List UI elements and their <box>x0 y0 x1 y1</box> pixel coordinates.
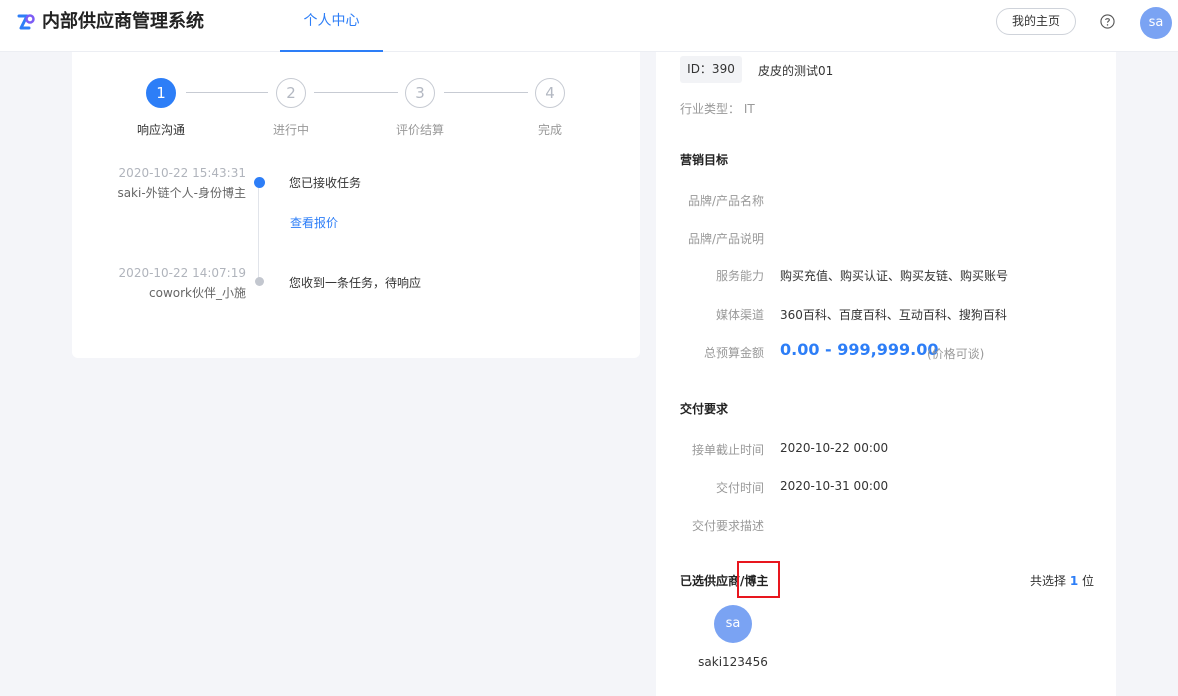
step-4-circle: 4 <box>535 78 565 108</box>
brand-desc-label: 品牌/产品说明 <box>687 232 764 246</box>
budget-value: 0.00 - 999,999.00 <box>780 340 939 359</box>
delivery-section-title: 交付要求 <box>680 402 729 416</box>
task-name: 皮皮的测试01 <box>758 64 834 78</box>
tab-personal-center[interactable]: 个人中心 <box>280 0 383 52</box>
step-connector <box>186 92 268 93</box>
delivery-time-value: 2020-10-31 00:00 <box>780 479 889 493</box>
timeline-actor: saki-外链个人-身份博主 <box>117 186 246 200</box>
app-title: 内部供应商管理系统 <box>42 11 204 32</box>
supplier-name: saki123456 <box>698 655 768 669</box>
timeline-dot-active <box>254 177 265 188</box>
industry-type: 行业类型： IT <box>680 102 755 116</box>
question-circle-icon[interactable] <box>1100 14 1115 29</box>
budget-note: (价格可谈) <box>927 347 985 361</box>
step-2-circle: 2 <box>276 78 306 108</box>
timeline-event-text: 您已接收任务 <box>289 176 362 190</box>
my-homepage-button[interactable]: 我的主页 <box>996 8 1076 35</box>
service-label: 服务能力 <box>715 269 764 283</box>
count-prefix: 共选择 <box>1030 574 1067 588</box>
marketing-section-title: 营销目标 <box>680 153 729 167</box>
timeline-actor: cowork伙伴_小施 <box>149 286 246 300</box>
budget-label: 总预算金额 <box>703 346 764 360</box>
timeline-time: 2020-10-22 14:07:19 <box>118 266 246 280</box>
delivery-desc-label: 交付要求描述 <box>691 519 764 533</box>
step-1-circle: 1 <box>146 78 176 108</box>
task-id-badge: ID：390 <box>680 56 742 83</box>
deadline-label: 接单截止时间 <box>691 443 764 457</box>
highlight-box <box>737 561 780 598</box>
supplier-avatar[interactable]: sa <box>714 605 752 643</box>
media-value: 360百科、百度百科、互动百科、搜狗百科 <box>780 308 1007 322</box>
count-number: 1 <box>1069 574 1079 588</box>
step-1-label: 响应沟通 <box>136 123 185 137</box>
timeline-event-text: 您收到一条任务，待响应 <box>289 276 422 290</box>
top-header: 内部供应商管理系统 个人中心 我的主页 sa <box>0 0 1178 52</box>
deadline-value: 2020-10-22 00:00 <box>780 441 889 455</box>
step-3-label: 评价结算 <box>395 123 444 137</box>
timeline-time: 2020-10-22 15:43:31 <box>118 166 246 180</box>
step-2-label: 进行中 <box>272 123 309 137</box>
timeline-dot <box>255 277 264 286</box>
brand-name-label: 品牌/产品名称 <box>687 194 764 208</box>
task-detail-panel <box>656 52 1116 696</box>
media-label: 媒体渠道 <box>715 308 764 322</box>
step-connector <box>444 92 528 93</box>
service-value: 购买充值、购买认证、购买友链、购买账号 <box>780 269 1009 283</box>
user-avatar[interactable]: sa <box>1140 7 1172 39</box>
view-quote-link[interactable]: 查看报价 <box>290 214 338 231</box>
delivery-time-label: 交付时间 <box>715 481 764 495</box>
count-suffix: 位 <box>1082 574 1095 588</box>
step-4-label: 完成 <box>537 123 562 137</box>
step-connector <box>314 92 398 93</box>
app-logo-icon <box>17 14 35 30</box>
timeline-axis <box>258 185 259 280</box>
step-3-circle: 3 <box>405 78 435 108</box>
selected-count: 共选择 1 位 <box>1030 572 1094 589</box>
